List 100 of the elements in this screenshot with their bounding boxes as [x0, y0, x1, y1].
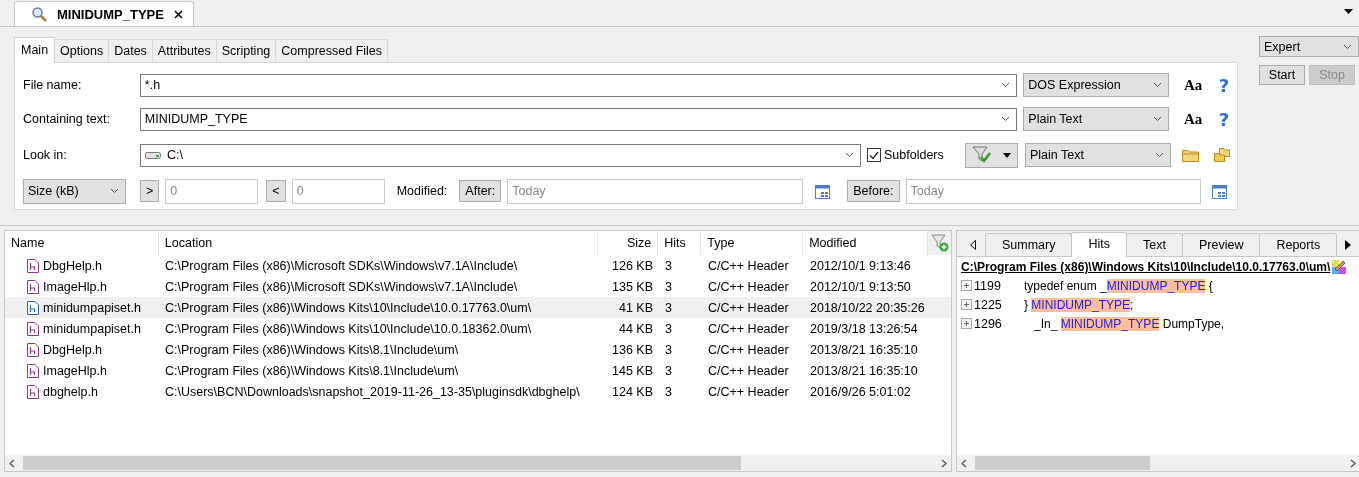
match-case-button[interactable]: Aa	[1181, 76, 1206, 94]
mode-dropdown[interactable]: Plain Text	[1023, 107, 1170, 131]
result-row[interactable]: minidumpapiset.h C:\Program Files (x86)\Windows Kits\10\Include\10.0.18362.0\um\ 44 KB 3 C/C++ Header 2019/3/18 13:26:54	[5, 318, 951, 339]
filter-add-icon[interactable]	[930, 234, 949, 252]
date-field[interactable]: Today	[507, 178, 804, 204]
expand-icon	[961, 299, 972, 310]
size-field[interactable]: 0	[165, 178, 259, 204]
mode-dropdown[interactable]: Plain Text	[1025, 143, 1171, 167]
table-cell-text: C:\Program Files (x86)\Windows Kits\8.1\Include\um\	[164, 341, 460, 359]
header-file-icon	[27, 258, 39, 273]
less-than-button[interactable]: <	[266, 180, 286, 202]
header-file-icon	[27, 279, 39, 294]
dropdown-arrow-icon[interactable]	[1344, 9, 1353, 15]
tab[interactable]: Compressed Files	[275, 39, 389, 62]
caret-down-icon	[1003, 152, 1012, 158]
table-cell-text: 2016/9/26 5:01:02	[809, 383, 912, 401]
table-cell-text: 3	[664, 362, 673, 380]
table-cell-text: 124 KB	[611, 383, 654, 401]
table-cell-text: 136 KB	[611, 341, 654, 359]
header-file-icon	[27, 363, 39, 378]
filter-check-icon	[971, 146, 992, 164]
table-cell-text: 41 KB	[617, 299, 654, 317]
checkbox-label: Subfolders	[884, 148, 944, 162]
triangle-right-icon[interactable]	[1345, 240, 1352, 250]
result-row[interactable]: ImageHlp.h C:\Program Files (x86)\Microsoft SDKs\Windows\v7.1A\Include\ 135 KB 3 C/C++ Header 2012/10/1 9:13:50	[5, 276, 951, 297]
combo-field[interactable]: *.h	[139, 73, 1018, 97]
scroll-right-icon	[1350, 458, 1357, 468]
table-cell-text: 2018/10/22 20:35:26	[809, 299, 926, 317]
table-cell-text: 3	[664, 278, 673, 296]
filter-split-button[interactable]	[965, 142, 1018, 168]
greater-than-button[interactable]: >	[140, 180, 160, 202]
folders-icon[interactable]	[1214, 148, 1230, 162]
combo-field[interactable]: C:\	[140, 143, 861, 167]
help-button[interactable]: ?	[1211, 74, 1237, 96]
column-header[interactable]: Size	[598, 231, 659, 255]
tab[interactable]: Main	[14, 37, 56, 63]
result-row[interactable]: DbgHelp.h C:\Program Files (x86)\Microsoft SDKs\Windows\v7.1A\Include\ 126 KB 3 C/C++ Header 2012/10/1 9:13:46	[5, 255, 951, 276]
table-cell-text: C/C++ Header	[707, 299, 790, 317]
match-case-button[interactable]: Aa	[1181, 110, 1206, 128]
calendar-icon[interactable]	[1212, 183, 1228, 199]
result-row[interactable]: minidumpapiset.h C:\Program Files (x86)\Windows Kits\10\Include\10.0.17763.0\um\ 41 KB 3 C/C++ Header 2018/10/22 20:35:26	[5, 297, 951, 318]
after-button[interactable]: After:	[459, 180, 502, 202]
result-row[interactable]: DbgHelp.h C:\Program Files (x86)\Windows Kits\8.1\Include\um\ 136 KB 3 C/C++ Header 2013/8/21 16:35:10	[5, 339, 951, 360]
file-name: DbgHelp.h	[43, 258, 103, 273]
table-cell-text: 145 KB	[611, 362, 654, 380]
scrollbar-thumb[interactable]	[975, 456, 1151, 470]
table-cell-text: C/C++ Header	[707, 362, 790, 380]
mode-dropdown[interactable]: Expert	[1259, 36, 1359, 57]
search-icon	[31, 6, 47, 22]
chevron-down-icon	[1153, 82, 1163, 88]
tab[interactable]: Reports	[1259, 233, 1338, 256]
table-cell-text: C:\Program Files (x86)\Microsoft SDKs\Windows\v7.1A\Include\	[164, 278, 519, 296]
field-label: Modified:	[396, 184, 448, 198]
column-header[interactable]: Name	[5, 231, 159, 255]
expand-icon	[961, 280, 972, 291]
expand-icon	[961, 318, 972, 329]
code-line: typedef enum _MINIDUMP_TYPE {	[1024, 278, 1213, 293]
file-name: ImageHlp.h	[43, 279, 107, 294]
date-field[interactable]: Today	[905, 178, 1201, 204]
tab[interactable]: Summary	[985, 233, 1073, 256]
result-row[interactable]: dbghelp.h C:\Users\BCN\Downloads\snapshot_2019-11-26_13-35\pluginsdk\dbghelp\ 124 KB 3 C/C++ Header 2016/9/26 5:01:02	[5, 381, 951, 402]
column-header[interactable]: Hits	[658, 231, 702, 255]
scroll-right-icon	[941, 458, 947, 468]
table-cell-text: C/C++ Header	[707, 278, 790, 296]
header-file-icon	[27, 321, 39, 336]
mode-dropdown[interactable]: DOS Expression	[1023, 73, 1170, 97]
action-button[interactable]: Start	[1259, 65, 1305, 85]
file-name: DbgHelp.h	[43, 342, 103, 357]
scrollbar-thumb[interactable]	[23, 456, 741, 470]
before-button[interactable]: Before:	[847, 180, 900, 202]
table-cell-text: C/C++ Header	[707, 257, 790, 275]
file-path-link[interactable]: C:\Program Files (x86)\Windows Kits\10\Include\10.0.17763.0\um\	[961, 259, 1331, 274]
field-label: File name:	[23, 78, 83, 92]
code-line: _In_ MINIDUMP_TYPE DumpType,	[1033, 316, 1225, 331]
calendar-icon[interactable]	[814, 183, 830, 199]
column-header[interactable]: Location	[158, 231, 599, 255]
chevron-down-icon	[845, 152, 854, 158]
table-cell-text: 2019/3/18 13:26:54	[809, 320, 919, 338]
folder-icon[interactable]	[1181, 148, 1199, 162]
size-dropdown[interactable]: Size (kB)	[23, 178, 126, 204]
table-cell-text: 2012/10/1 9:13:50	[809, 278, 912, 296]
chevron-down-icon	[1001, 82, 1011, 88]
table-cell-text: C/C++ Header	[707, 320, 790, 338]
combo-field[interactable]: MINIDUMP_TYPE	[139, 107, 1018, 131]
drive-icon	[145, 150, 161, 160]
subfolders-checkbox[interactable]	[867, 148, 881, 162]
tab[interactable]: Hits	[1071, 232, 1127, 257]
size-field[interactable]: 0	[291, 178, 385, 204]
column-header[interactable]: Type	[701, 231, 804, 255]
line-number: 1199	[974, 278, 1002, 293]
help-button[interactable]: ?	[1211, 108, 1237, 130]
document-tab[interactable]: MINIDUMP_TYPE	[14, 1, 194, 26]
chevron-down-icon	[1153, 116, 1163, 122]
header-file-icon	[27, 342, 39, 357]
result-row[interactable]: ImageHlp.h C:\Program Files (x86)\Windows Kits\8.1\Include\um\ 145 KB 3 C/C++ Header 2013/8/21 16:35:10	[5, 360, 951, 381]
close-icon	[173, 9, 183, 19]
field-label: Look in:	[23, 148, 68, 162]
table-cell-text: 3	[664, 341, 673, 359]
table-cell-text: C:\Program Files (x86)\Windows Kits\10\Include\10.0.18362.0\um\	[164, 320, 533, 338]
triangle-left-icon[interactable]	[970, 240, 976, 250]
